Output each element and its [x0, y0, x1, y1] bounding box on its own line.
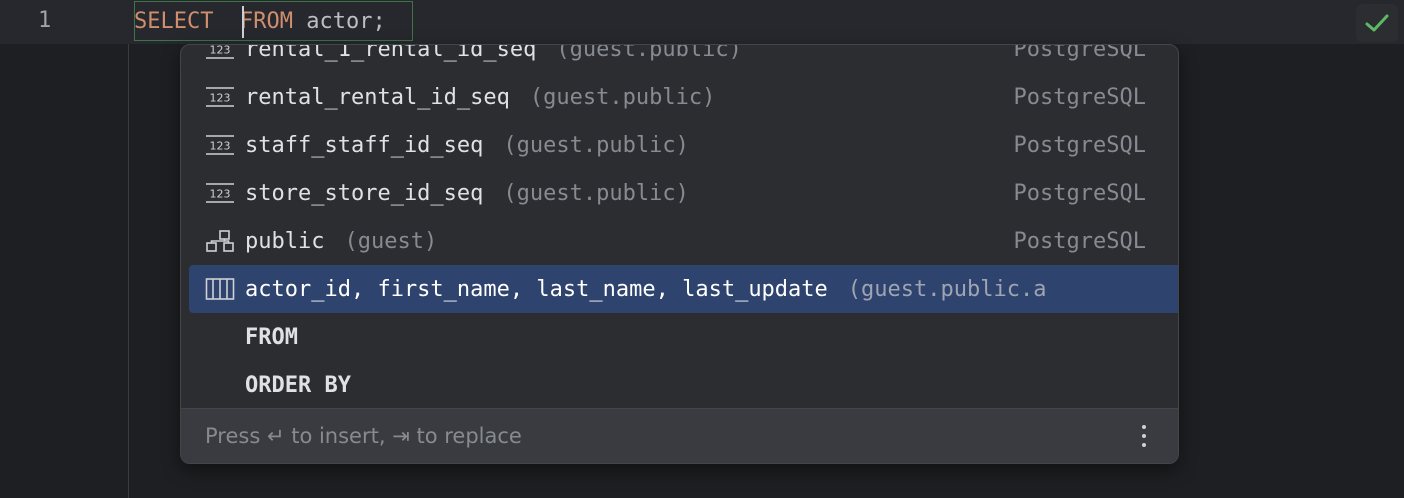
schema-icon: [205, 229, 235, 253]
completion-item-source: PostgreSQL: [1013, 132, 1146, 158]
line-gutter: [0, 0, 129, 498]
svg-text:123: 123: [210, 44, 231, 57]
completion-keyword: ORDER BY: [245, 372, 351, 398]
keyword-select: SELECT: [134, 9, 214, 34]
completion-item-source: PostgreSQL: [1013, 44, 1146, 62]
completion-item[interactable]: 123 store_store_id_seq (guest.public) Po…: [181, 169, 1178, 217]
svg-text:123: 123: [210, 92, 231, 105]
completion-item-name: store_store_id_seq: [245, 180, 484, 206]
line-number: 1: [38, 8, 52, 33]
text-caret: [242, 6, 244, 38]
completion-item-context: (guest.public.a: [847, 276, 1047, 302]
completion-item-context: (guest.public): [556, 44, 742, 62]
completion-keyword: FROM: [245, 324, 298, 350]
completion-item-context: (guest): [344, 228, 438, 254]
completion-item[interactable]: 123 rental_1_rental_id_seq (guest.public…: [181, 44, 1178, 73]
completion-item[interactable]: public (guest) PostgreSQL: [181, 217, 1178, 265]
completion-item-context: (guest.public): [503, 132, 689, 158]
svg-text:123: 123: [210, 188, 231, 201]
inspection-status-button[interactable]: [1356, 4, 1398, 42]
columns-icon: [205, 277, 235, 301]
completion-footer: Press ↵ to insert, ⇥ to replace: [181, 408, 1178, 463]
sequence-icon: 123: [205, 85, 235, 109]
checkmark-icon: [1365, 14, 1389, 32]
completion-hint: Press ↵ to insert, ⇥ to replace: [205, 424, 522, 448]
completion-item[interactable]: 123 rental_rental_id_seq (guest.public) …: [181, 73, 1178, 121]
completion-keyword-item[interactable]: ORDER BY: [181, 361, 1178, 409]
completion-item-selected[interactable]: actor_id, first_name, last_name, last_up…: [189, 265, 1178, 313]
keyword-from: FROM: [239, 9, 293, 34]
completion-keyword-item[interactable]: FROM: [181, 313, 1178, 361]
completion-item[interactable]: 123 staff_staff_id_seq (guest.public) Po…: [181, 121, 1178, 169]
semicolon: ;: [372, 9, 386, 34]
svg-text:123: 123: [210, 140, 231, 153]
completion-item-name: actor_id, first_name, last_name, last_up…: [245, 276, 828, 302]
completion-item-name: public: [245, 228, 325, 254]
completion-item-name: rental_rental_id_seq: [245, 84, 510, 110]
completion-item-name: staff_staff_id_seq: [245, 132, 484, 158]
completion-item-source: PostgreSQL: [1013, 180, 1146, 206]
completion-item-source: PostgreSQL: [1013, 228, 1146, 254]
more-vertical-icon[interactable]: [1134, 421, 1154, 451]
table-identifier: actor: [306, 9, 373, 34]
sql-code-line[interactable]: SELECT FROM actor;: [134, 8, 386, 36]
completion-popup[interactable]: 123 rental_1_rental_id_seq (guest.public…: [180, 44, 1179, 464]
sequence-icon: 123: [205, 181, 235, 205]
sequence-icon: 123: [205, 133, 235, 157]
completion-item-source: PostgreSQL: [1013, 84, 1146, 110]
completion-item-context: (guest.public): [529, 84, 716, 110]
completion-list: 123 rental_1_rental_id_seq (guest.public…: [181, 44, 1178, 409]
completion-item-name: rental_1_rental_id_seq: [245, 44, 537, 62]
completion-item-context: (guest.public): [503, 180, 689, 206]
sequence-icon: 123: [205, 44, 235, 61]
